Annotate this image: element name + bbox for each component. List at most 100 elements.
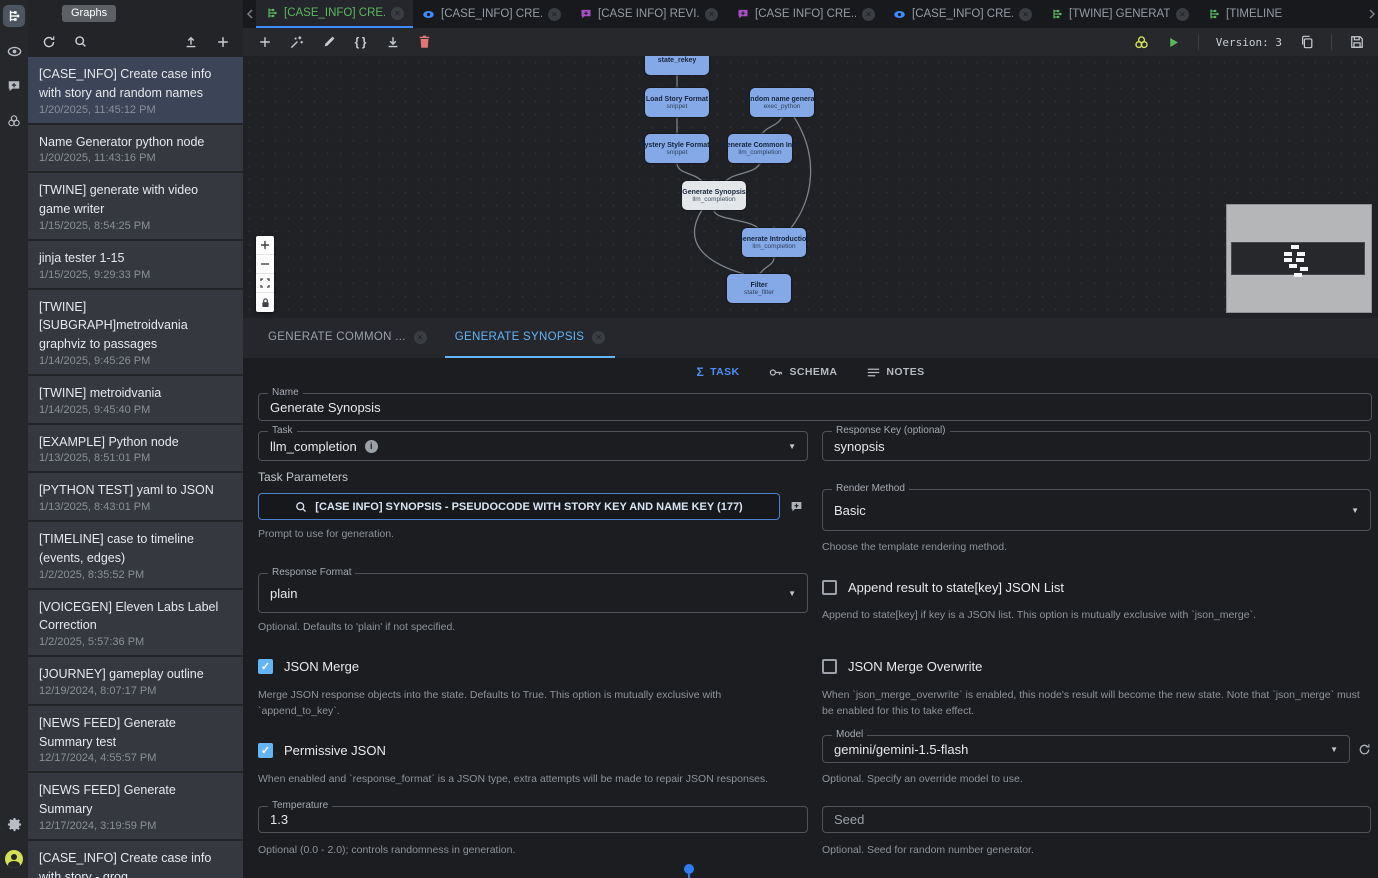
graph-node[interactable]: random name genera... exec_python bbox=[750, 88, 814, 117]
graph-list-item[interactable]: [JOURNEY] gameplay outline 12/19/2024, 8… bbox=[28, 657, 243, 704]
rail-graphs-button[interactable] bbox=[3, 5, 25, 27]
graph-list-item[interactable]: [EXAMPLE] Python node 1/13/2025, 8:51:01… bbox=[28, 425, 243, 472]
tab-close-icon[interactable] bbox=[862, 8, 875, 21]
tabs-scroll-left-icon[interactable] bbox=[243, 0, 256, 28]
graph-node[interactable]: Filter state_filter bbox=[727, 274, 791, 303]
graph-tab[interactable]: [TWINE] GENERAT... bbox=[1041, 0, 1198, 28]
download-icon[interactable] bbox=[385, 35, 400, 50]
minimap-node bbox=[1300, 267, 1308, 271]
lock-button[interactable] bbox=[256, 293, 274, 312]
response-format-select[interactable]: Response Format plain bbox=[258, 573, 808, 613]
tab-type-icon bbox=[265, 7, 278, 20]
permissive-json-checkbox-row[interactable]: Permissive JSON bbox=[258, 743, 386, 758]
tab-close-icon[interactable] bbox=[1019, 8, 1032, 21]
tab-type-icon bbox=[422, 8, 435, 21]
test-knot-icon[interactable] bbox=[1134, 35, 1149, 50]
json-braces-icon[interactable]: { } bbox=[353, 35, 368, 50]
add-graph-icon[interactable] bbox=[215, 34, 230, 49]
graph-list-item[interactable]: [PYTHON TEST] yaml to JSON 1/13/2025, 8:… bbox=[28, 473, 243, 520]
subtab-label: TASK bbox=[710, 366, 739, 378]
info-icon[interactable] bbox=[365, 440, 378, 453]
add-node-icon[interactable] bbox=[257, 35, 272, 50]
zoom-in-button[interactable] bbox=[256, 236, 274, 255]
response-key-field[interactable]: Response Key (optional) synopsis bbox=[822, 431, 1371, 461]
append-to-key-checkbox-row[interactable]: Append result to state[key] JSON List bbox=[822, 580, 1064, 595]
tab-close-icon[interactable] bbox=[705, 8, 718, 21]
graph-tab[interactable]: [CASE_INFO] CRE... bbox=[413, 0, 570, 28]
panel-resize-handle[interactable] bbox=[684, 864, 694, 874]
fit-view-button[interactable] bbox=[256, 274, 274, 293]
edit-pen-icon[interactable] bbox=[321, 35, 336, 50]
model-refresh-icon[interactable] bbox=[1356, 741, 1372, 757]
graph-tab[interactable]: [CASE INFO] CRE... bbox=[727, 0, 884, 28]
task-select[interactable]: Task llm_completion bbox=[258, 431, 808, 461]
append-to-key-checkbox[interactable] bbox=[822, 580, 837, 595]
graph-tab[interactable]: [CASE_INFO] CRE... bbox=[884, 0, 1041, 28]
graph-node[interactable]: Load Story Format snippet bbox=[645, 88, 709, 117]
tab-close-icon[interactable] bbox=[548, 8, 561, 21]
tab-close-icon[interactable] bbox=[391, 7, 404, 20]
prompt-select-button[interactable]: [CASE INFO] SYNOPSIS - PSEUDOCODE WITH S… bbox=[258, 493, 780, 520]
graph-list-item[interactable]: [TWINE] metroidvania 1/14/2025, 9:45:40 … bbox=[28, 376, 243, 423]
temperature-label: Temperature bbox=[268, 800, 332, 811]
graph-node[interactable]: Generate Common Info llm_completion bbox=[728, 134, 792, 163]
json-merge-overwrite-checkbox-row[interactable]: JSON Merge Overwrite bbox=[822, 659, 982, 674]
delete-trash-icon[interactable] bbox=[417, 35, 432, 50]
graph-list-item[interactable]: [NEWS FEED] Generate Summary 12/17/2024,… bbox=[28, 773, 243, 839]
graph-tab[interactable]: [CASE_INFO] CRE... bbox=[256, 0, 413, 28]
save-icon[interactable] bbox=[1349, 35, 1364, 50]
run-play-icon[interactable] bbox=[1166, 35, 1181, 50]
permissive-json-checkbox[interactable] bbox=[258, 743, 273, 758]
json-merge-checkbox[interactable] bbox=[258, 659, 273, 674]
graph-tab[interactable]: [CASE INFO] REVI... bbox=[570, 0, 727, 28]
tab-close-icon[interactable] bbox=[414, 331, 427, 344]
tab-close-icon[interactable] bbox=[1176, 8, 1189, 21]
graph-item-timestamp: 12/19/2024, 8:07:17 PM bbox=[39, 685, 232, 697]
tab-close-icon[interactable] bbox=[592, 331, 605, 344]
rail-comment-button[interactable] bbox=[3, 75, 25, 97]
graph-list-item[interactable]: Name Generator python node 1/20/2025, 11… bbox=[28, 125, 243, 172]
copy-icon[interactable] bbox=[1299, 35, 1314, 50]
graph-canvas[interactable]: state_rekey Load Story Format snippet ra… bbox=[243, 56, 1378, 318]
append-to-key-helper: Append to state[key] if key is a JSON li… bbox=[822, 607, 1367, 623]
graph-node[interactable]: Generate Synopsis llm_completion bbox=[682, 181, 746, 210]
render-method-select[interactable]: Render Method Basic bbox=[822, 489, 1371, 531]
graph-list-item[interactable]: [NEWS FEED] Generate Summary test 12/17/… bbox=[28, 706, 243, 772]
zoom-out-button[interactable] bbox=[256, 255, 274, 274]
rail-settings-button[interactable] bbox=[3, 813, 25, 835]
editor-subtab[interactable]: Σ TASK bbox=[696, 365, 739, 379]
auto-layout-wand-icon[interactable] bbox=[289, 35, 304, 50]
node-editor-tab[interactable]: GENERATE COMMON ... bbox=[258, 318, 437, 358]
rail-hooks-button[interactable] bbox=[3, 110, 25, 132]
tabs-scroll-right-icon[interactable] bbox=[1365, 0, 1378, 28]
name-field[interactable]: Name Generate Synopsis bbox=[258, 393, 1372, 421]
json-merge-checkbox-row[interactable]: JSON Merge bbox=[258, 659, 359, 674]
graph-tab[interactable]: [TIMELINE bbox=[1198, 0, 1355, 28]
prompt-annotation-icon[interactable] bbox=[788, 498, 804, 514]
json-merge-overwrite-checkbox[interactable] bbox=[822, 659, 837, 674]
graph-list-item[interactable]: [VOICEGEN] Eleven Labs Label Correction … bbox=[28, 590, 243, 656]
refresh-icon[interactable] bbox=[41, 34, 56, 49]
graph-list-item[interactable]: [TWINE][SUBGRAPH]metroidvania graphviz t… bbox=[28, 290, 243, 374]
graph-node[interactable]: state_rekey bbox=[645, 56, 709, 75]
rail-preview-button[interactable] bbox=[3, 40, 25, 62]
editor-subtab[interactable]: SCHEMA bbox=[769, 366, 837, 378]
graph-list-item[interactable]: [CASE_INFO] Create case info with story … bbox=[28, 841, 243, 878]
node-editor-tab[interactable]: GENERATE SYNOPSIS bbox=[445, 318, 616, 358]
temperature-field[interactable]: Temperature 1.3 bbox=[258, 806, 808, 833]
graph-list-item[interactable]: [TIMELINE] case to timeline (events, edg… bbox=[28, 522, 243, 588]
upload-icon[interactable] bbox=[183, 34, 198, 49]
graph-item-title: [JOURNEY] gameplay outline bbox=[39, 665, 232, 684]
minimap[interactable] bbox=[1227, 205, 1371, 312]
graph-list-item[interactable]: [TWINE] generate with video game writer … bbox=[28, 173, 243, 239]
graph-node[interactable]: Mystery Style Format... snippet bbox=[645, 134, 709, 163]
seed-field[interactable]: Seed bbox=[822, 806, 1371, 833]
graph-list-item[interactable]: [CASE_INFO] Create case info with story … bbox=[28, 57, 243, 123]
model-select[interactable]: Model gemini/gemini-1.5-flash bbox=[822, 735, 1350, 763]
graph-list-item[interactable]: jinja tester 1-15 1/15/2025, 9:29:33 PM bbox=[28, 241, 243, 288]
search-icon[interactable] bbox=[73, 34, 88, 49]
toolbar-divider bbox=[1198, 34, 1199, 50]
graph-node[interactable]: Generate Introduction llm_completion bbox=[742, 228, 806, 257]
editor-subtab[interactable]: NOTES bbox=[867, 366, 924, 378]
rail-account-button[interactable] bbox=[3, 848, 25, 870]
